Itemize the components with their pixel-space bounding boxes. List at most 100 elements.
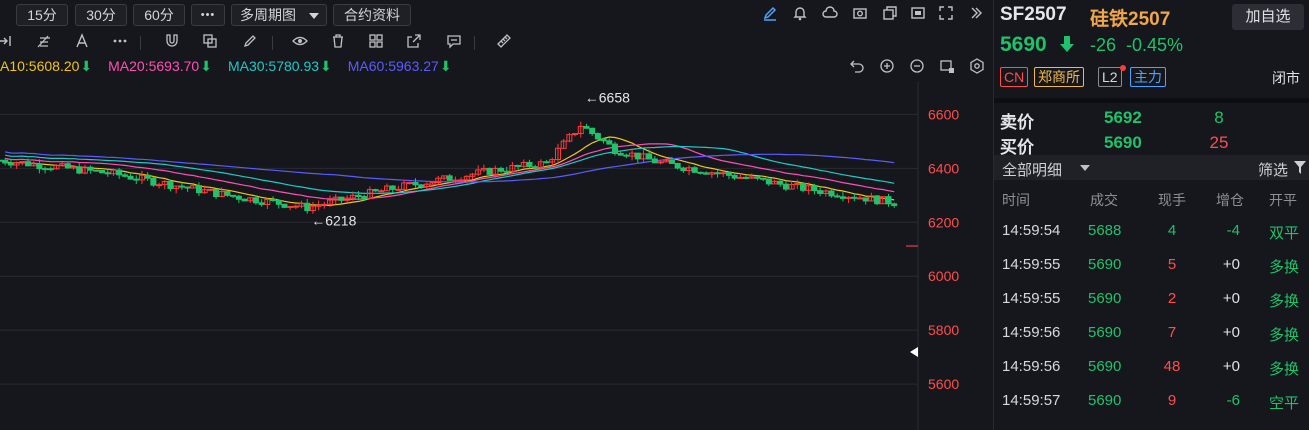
candle-body [532, 166, 539, 169]
candle-body [116, 169, 123, 176]
filter-funnel-icon[interactable] [1294, 161, 1306, 174]
extreme-price-label: ←6218 [311, 212, 356, 228]
chart-grid [0, 82, 919, 430]
ma-line [5, 143, 895, 201]
text-tool-icon[interactable] [72, 33, 92, 53]
add-watchlist-button[interactable]: 加自选 [1232, 4, 1304, 30]
period-30min-button[interactable]: 30分 [75, 4, 127, 26]
ma-legend-item: MA20:5693.70⬇ [108, 58, 212, 74]
candle-body [458, 179, 465, 182]
trade-price: 5688 [1088, 222, 1122, 239]
filter-button[interactable]: 筛选 [1258, 159, 1288, 180]
trade-price: 5690 [1088, 256, 1122, 273]
price-change-pct: -0.45% [1126, 35, 1184, 55]
eye-icon[interactable] [290, 33, 310, 53]
multi-period-dropdown[interactable]: 多周期图 [231, 4, 327, 26]
grid-apps-icon[interactable] [366, 33, 386, 53]
candle-body [93, 169, 100, 172]
trade-volume: 5 [1167, 256, 1177, 273]
trade-oi-change: +0 [1222, 324, 1240, 341]
magnet-icon[interactable] [162, 33, 182, 53]
candle-body [606, 140, 613, 145]
level2-badge[interactable]: L2 [1098, 67, 1122, 87]
picture-in-picture-icon[interactable] [908, 5, 928, 25]
copy-window-icon[interactable] [880, 5, 900, 25]
ma-line [5, 136, 895, 207]
trade-row[interactable]: 14:59:54 5688 4 -4 双平 [994, 222, 1309, 256]
zoom-in-icon[interactable] [877, 58, 897, 78]
contract-info-button[interactable]: 合约资料 [333, 4, 411, 26]
ruler-icon[interactable] [494, 33, 514, 53]
candle-body [583, 125, 590, 129]
period-60min-button[interactable]: 60分 [133, 4, 185, 26]
caret-down-icon[interactable] [1080, 165, 1090, 171]
col-header-type: 开平 [1269, 192, 1297, 208]
trade-row[interactable]: 14:59:55 5690 2 +0 多换 [994, 290, 1309, 324]
more-tools-icon[interactable] [110, 33, 130, 53]
chart-settings-icon[interactable] [967, 58, 987, 78]
y-axis: 6600 6400 6200 6000 5800 5600 [906, 106, 959, 392]
candle-body [121, 174, 128, 177]
down-arrow-icon [1060, 36, 1074, 52]
cursor-line-icon[interactable] [0, 33, 16, 53]
candle-body [36, 163, 43, 170]
candle-body [281, 203, 288, 208]
candle-body [526, 161, 533, 168]
toolbar-divider [272, 36, 273, 50]
candle-body [515, 164, 522, 167]
trade-row[interactable]: 14:59:55 5690 5 +0 多换 [994, 256, 1309, 290]
candle-body [195, 185, 202, 194]
camera-icon[interactable] [850, 5, 870, 25]
fib-tool-icon[interactable] [34, 33, 54, 53]
trade-detail-bar: 全部明细 筛选 [994, 155, 1309, 180]
undo-icon[interactable] [847, 58, 867, 78]
candle-body [178, 185, 185, 188]
candle-body [355, 194, 362, 198]
period-15min-button[interactable]: 15分 [16, 4, 68, 26]
trade-type: 双平 [1269, 225, 1300, 242]
trade-row[interactable]: 14:59:56 5690 7 +0 多换 [994, 324, 1309, 358]
fullscreen-icon[interactable] [936, 5, 956, 25]
bid-volume: 25 [1209, 133, 1229, 152]
toolbar-divider [140, 36, 141, 50]
symbol-name: 硅铁2507 [1090, 9, 1171, 30]
trade-row[interactable]: 14:59:57 5690 9 -6 空平 [994, 392, 1309, 426]
alert-bell-icon[interactable] [790, 5, 810, 25]
candle-body [395, 188, 402, 191]
candle-body [338, 196, 345, 201]
ma-legend: A10:5608.20⬇ MA20:5693.70⬇ MA30:5780.93⬇ MA… [0, 58, 468, 78]
candle-body [760, 177, 767, 180]
cloud-icon[interactable] [820, 5, 840, 25]
trade-row[interactable]: 14:59:56 5690 48 +0 多换 [994, 358, 1309, 392]
chart-layout-icon[interactable] [937, 58, 957, 78]
more-periods-button[interactable]: ••• [191, 4, 225, 26]
candle-body [258, 202, 265, 205]
candle-body [76, 166, 83, 174]
layers-icon[interactable] [200, 33, 220, 53]
detail-dropdown[interactable]: 全部明细 [1002, 159, 1062, 180]
candle-body [668, 159, 675, 164]
trade-type: 多换 [1269, 361, 1300, 378]
y-tick-label: 5600 [928, 376, 959, 392]
y-tick-label: 6400 [928, 160, 959, 176]
candle-body [623, 154, 630, 157]
trash-icon[interactable] [328, 33, 348, 53]
candle-body [589, 127, 596, 135]
candle-body [87, 166, 94, 171]
candle-body [127, 175, 134, 180]
share-external-icon[interactable] [404, 33, 424, 53]
ma-legend-item: A10:5608.20⬇ [0, 58, 93, 74]
collapse-panel-icon[interactable] [966, 5, 986, 25]
candle-body [378, 190, 385, 193]
candle-body [828, 190, 835, 197]
comment-icon[interactable] [444, 33, 464, 53]
candle-body [315, 204, 322, 207]
candle-body [714, 172, 721, 175]
candlestick-chart[interactable]: ←6658←6218←5468 660064006200600058005600 [0, 82, 992, 430]
eraser-pen-icon[interactable] [240, 33, 260, 53]
trade-time: 14:59:55 [1002, 256, 1061, 273]
zoom-out-icon[interactable] [907, 58, 927, 78]
candle-body [834, 195, 841, 198]
candle-body [885, 196, 892, 205]
draw-pen-icon[interactable] [760, 5, 780, 25]
